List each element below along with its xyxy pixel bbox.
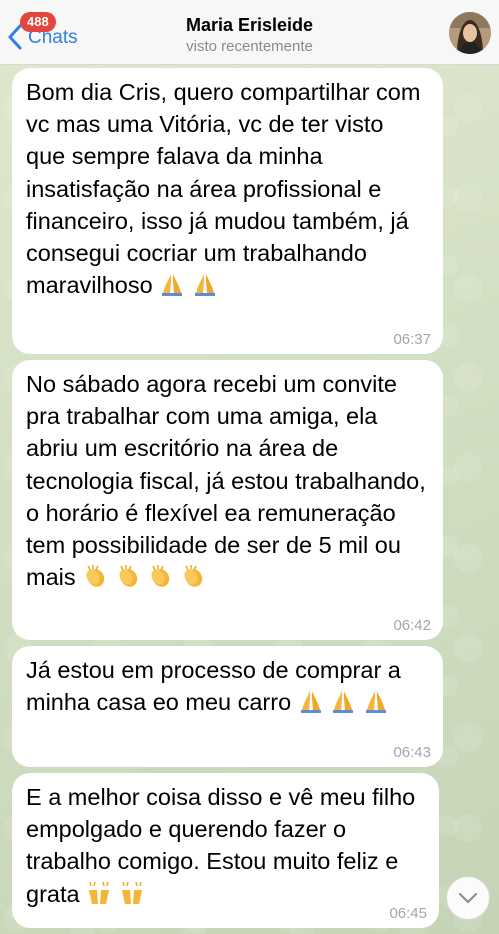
- message-bubble[interactable]: E a melhor coisa disso e vê meu filho em…: [12, 773, 439, 928]
- chat-header: Chats 488 Maria Erisleide visto recentem…: [0, 0, 499, 65]
- contact-info[interactable]: Maria Erisleide visto recentemente: [0, 14, 499, 56]
- contact-name: Maria Erisleide: [185, 15, 314, 35]
- raising-hands-icon: [86, 880, 112, 906]
- praying-hands-icon: [298, 688, 324, 714]
- message-time: 06:45: [389, 905, 427, 922]
- message-time: 06:43: [393, 744, 431, 761]
- praying-hands-icon: [330, 688, 356, 714]
- praying-hands-icon: [363, 688, 389, 714]
- praying-hands-icon: [192, 271, 218, 297]
- message-bubble[interactable]: Já estou em processo de comprar a minha …: [12, 646, 443, 767]
- raising-hands-icon: [119, 880, 145, 906]
- contact-status: visto recentemente: [186, 38, 313, 55]
- clapping-hands-icon: [115, 563, 141, 589]
- avatar-photo: [449, 12, 491, 54]
- clapping-hands-icon: [82, 563, 108, 589]
- message-text: No sábado agora recebi um convite pra tr…: [26, 371, 433, 591]
- message-bubble[interactable]: No sábado agora recebi um convite pra tr…: [12, 360, 443, 640]
- scroll-to-bottom-button[interactable]: [446, 876, 490, 920]
- message-text: Bom dia Cris, quero compartilhar com vc …: [26, 79, 427, 299]
- message-time: 06:42: [393, 617, 431, 634]
- avatar[interactable]: [449, 12, 491, 54]
- clapping-hands-icon: [180, 563, 206, 589]
- message-time: 06:37: [393, 331, 431, 348]
- message-bubble[interactable]: Bom dia Cris, quero compartilhar com vc …: [12, 68, 443, 354]
- praying-hands-icon: [159, 271, 185, 297]
- chevron-down-icon: [458, 892, 478, 904]
- clapping-hands-icon: [147, 563, 173, 589]
